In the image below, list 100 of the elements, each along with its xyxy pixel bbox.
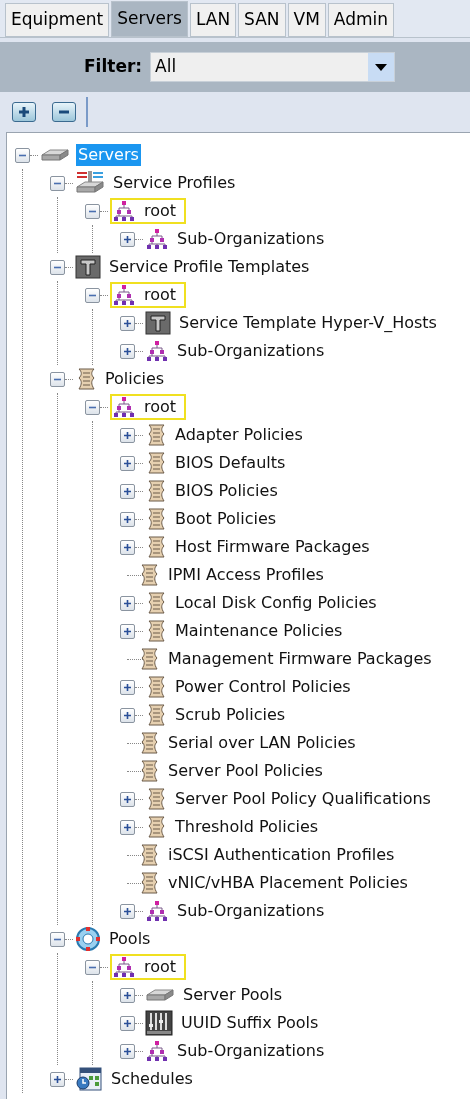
plus-icon xyxy=(123,710,132,720)
tree-item-label[interactable]: IPMI Access Profiles xyxy=(166,564,326,586)
tree-item-label[interactable]: Host Firmware Packages xyxy=(173,536,372,558)
scroll-icon xyxy=(145,423,167,447)
org-chart-icon xyxy=(112,397,136,417)
tree-item-label[interactable]: Sub-Organizations xyxy=(175,340,327,362)
tree-item-label[interactable]: BIOS Defaults xyxy=(173,452,288,474)
tree-item-label[interactable]: root xyxy=(142,396,179,418)
tree-item-label[interactable]: root xyxy=(142,200,179,222)
scroll-icon xyxy=(138,731,160,755)
tree-item-label[interactable]: Server Pools xyxy=(181,984,284,1006)
org-chart-icon xyxy=(112,285,136,305)
tree-item-label[interactable]: Service Profiles xyxy=(111,172,238,194)
plus-icon xyxy=(123,486,132,496)
collapse-toggle[interactable] xyxy=(50,259,65,275)
tree-item-label[interactable]: iSCSI Authentication Profiles xyxy=(166,844,397,866)
tree-item-label[interactable]: Serial over LAN Policies xyxy=(166,732,358,754)
scroll-icon xyxy=(138,563,160,587)
template-icon xyxy=(145,311,171,335)
expand-toggle[interactable] xyxy=(120,819,135,835)
org-chart-icon xyxy=(145,341,169,361)
collapse-toggle[interactable] xyxy=(50,371,65,387)
expand-toggle[interactable] xyxy=(120,679,135,695)
expand-toggle[interactable] xyxy=(120,343,135,359)
scroll-icon xyxy=(145,815,167,839)
collapse-toggle[interactable] xyxy=(85,203,100,219)
org-chart-icon xyxy=(145,229,169,249)
tree-item-label[interactable]: root xyxy=(142,284,179,306)
scroll-icon xyxy=(145,535,167,559)
expand-all-button[interactable] xyxy=(12,102,36,122)
tree-item-label[interactable]: Management Firmware Packages xyxy=(166,648,434,670)
filter-dropdown[interactable]: All xyxy=(150,52,396,82)
plus-icon xyxy=(123,906,132,916)
dropdown-arrow-icon xyxy=(375,63,388,71)
collapse-toggle[interactable] xyxy=(50,175,65,191)
plus-icon xyxy=(123,458,132,468)
tree-item-label[interactable]: Schedules xyxy=(109,1068,195,1090)
expand-toggle[interactable] xyxy=(120,315,135,331)
scroll-icon xyxy=(138,647,160,671)
scroll-icon xyxy=(145,591,167,615)
tree-item-label[interactable]: Sub-Organizations xyxy=(175,900,327,922)
tree-item-label[interactable]: Sub-Organizations xyxy=(175,228,327,250)
tree-item-label[interactable]: Threshold Policies xyxy=(173,816,321,838)
rack-icon xyxy=(145,1010,173,1036)
collapse-toggle[interactable] xyxy=(50,931,65,947)
tab[interactable]: Servers xyxy=(111,1,188,37)
tree-item-label[interactable]: Power Control Policies xyxy=(173,676,353,698)
scroll-icon xyxy=(138,843,160,867)
plus-icon xyxy=(18,106,30,118)
collapse-toggle[interactable] xyxy=(85,287,100,303)
tree-item-label[interactable]: BIOS Policies xyxy=(173,480,280,502)
plus-icon xyxy=(123,598,132,608)
tree-item-label[interactable]: Adapter Policies xyxy=(173,424,305,446)
tree-item-label[interactable]: root xyxy=(142,956,179,978)
expand-toggle[interactable] xyxy=(120,1043,135,1059)
collapse-all-button[interactable] xyxy=(52,102,76,122)
tree-item-label[interactable]: Pools xyxy=(107,928,153,950)
tab[interactable]: LAN xyxy=(189,3,237,37)
org-chart-icon xyxy=(145,901,169,921)
expand-toggle[interactable] xyxy=(120,623,135,639)
expand-toggle[interactable] xyxy=(120,903,135,919)
tree-item-label[interactable]: UUID Suffix Pools xyxy=(179,1012,321,1034)
tree-item-label[interactable]: Policies xyxy=(103,368,167,390)
tree-item-label[interactable]: Service Profile Templates xyxy=(107,256,312,278)
expand-toggle[interactable] xyxy=(50,1071,65,1087)
collapse-toggle[interactable] xyxy=(85,399,100,415)
tab[interactable]: SAN xyxy=(238,3,286,37)
tree-item-label[interactable]: Local Disk Config Policies xyxy=(173,592,379,614)
expand-toggle[interactable] xyxy=(120,511,135,527)
tree-item-label[interactable]: Scrub Policies xyxy=(173,704,288,726)
tree-item-label[interactable]: Server Pool Policy Qualifications xyxy=(173,788,433,810)
plus-icon xyxy=(123,430,132,440)
tree-item-label[interactable]: Boot Policies xyxy=(173,508,279,530)
server-icon xyxy=(145,987,175,1003)
collapse-toggle[interactable] xyxy=(15,147,30,163)
expand-toggle[interactable] xyxy=(120,791,135,807)
tab[interactable]: Equipment xyxy=(5,3,110,37)
filter-label: Filter: xyxy=(84,55,143,79)
expand-toggle[interactable] xyxy=(120,987,135,1003)
tree-item-label[interactable]: Service Template Hyper-V_Hosts xyxy=(177,312,439,334)
expand-toggle[interactable] xyxy=(120,483,135,499)
org-chart-icon xyxy=(145,1041,169,1061)
tree-item-label[interactable]: Server Pool Policies xyxy=(166,760,325,782)
plus-icon xyxy=(123,990,132,1000)
scroll-icon xyxy=(145,675,167,699)
expand-toggle[interactable] xyxy=(120,1015,135,1031)
tree-item-label[interactable]: Maintenance Policies xyxy=(173,620,345,642)
expand-toggle[interactable] xyxy=(120,707,135,723)
calendar-clock-icon xyxy=(75,1066,103,1092)
expand-toggle[interactable] xyxy=(120,595,135,611)
tab[interactable]: VM xyxy=(287,3,326,37)
expand-toggle[interactable] xyxy=(120,455,135,471)
org-chart-icon xyxy=(112,201,136,221)
expand-toggle[interactable] xyxy=(120,539,135,555)
tab[interactable]: Admin xyxy=(327,3,395,37)
collapse-toggle[interactable] xyxy=(85,959,100,975)
tree-item-label[interactable]: Sub-Organizations xyxy=(175,1040,327,1062)
expand-toggle[interactable] xyxy=(120,231,135,247)
expand-toggle[interactable] xyxy=(120,427,135,443)
tree-item-label[interactable]: vNIC/vHBA Placement Policies xyxy=(166,872,410,894)
